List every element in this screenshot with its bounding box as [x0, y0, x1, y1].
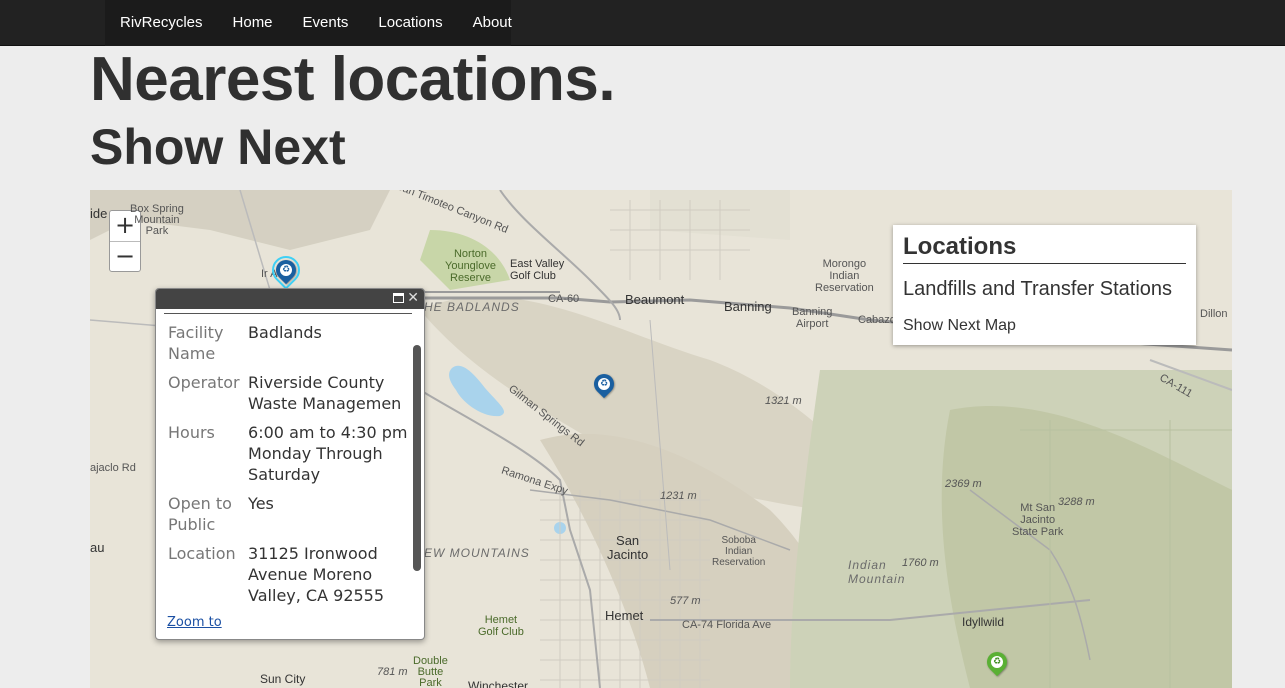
popup-row: Facility Name Badlands [164, 322, 412, 364]
legend-subtitle: Landfills and Transfer Stations [903, 278, 1173, 300]
map-label: Indian Mountain [848, 558, 906, 586]
map-label: Cabazo [858, 314, 896, 326]
nav-item-home[interactable]: Home [218, 0, 288, 46]
page-subtitle[interactable]: Show Next [90, 118, 346, 176]
popup-row: Hours 6:00 am to 4:30 pm Monday Through … [164, 422, 412, 485]
top-navbar: RivRecycles Home Events Locations About [0, 0, 1285, 46]
legend-title: Locations [903, 233, 1186, 264]
field-value: 31125 Ironwood Avenue Moreno Valley, CA … [248, 544, 385, 605]
map-label: Soboba Indian Reservation [712, 535, 766, 568]
field-label: Hours [168, 423, 215, 442]
zoom-to-link[interactable]: Zoom to [167, 615, 222, 630]
maximize-icon[interactable] [393, 293, 404, 303]
field-label: Open to Public [168, 494, 232, 534]
nav-item-locations[interactable]: Locations [363, 0, 457, 46]
close-icon[interactable]: ✕ [407, 290, 419, 306]
map-label: Mt San Jacinto State Park [1012, 502, 1064, 538]
facility-info-popup: ✕ Facility Name Badlands Operator Rivers… [155, 288, 425, 640]
map-label: San Jacinto [607, 533, 649, 562]
popup-row: Operator Riverside County Waste Managemen [164, 372, 412, 414]
popup-content: Facility Name Badlands Operator Riversid… [164, 313, 412, 605]
map-label: 781 m [377, 666, 408, 678]
nav-brand[interactable]: RivRecycles [105, 0, 218, 46]
map-label: Dillon [1200, 308, 1228, 320]
field-value-line: Waste Managemen [248, 394, 402, 413]
popup-row: Open to Public Yes [164, 493, 412, 535]
show-next-map-link[interactable]: Show Next Map [903, 317, 1186, 335]
map-label: 1321 m [765, 395, 802, 407]
map-label: Hemet [605, 608, 644, 623]
popup-scrollbar[interactable] [413, 345, 421, 571]
nav-item-about[interactable]: About [458, 0, 527, 46]
map-label: CA-74 Florida Ave [682, 619, 772, 631]
map-label: Beaumont [625, 292, 685, 307]
nav-item-events[interactable]: Events [288, 0, 364, 46]
recycle-icon: ♻ [598, 378, 610, 390]
map-label: ide [90, 206, 108, 221]
map-label: 1231 m [660, 490, 697, 502]
field-value: Badlands [248, 323, 322, 342]
zoom-out-button[interactable]: − [110, 241, 140, 271]
map-label: Box Spring Mountain Park [130, 203, 184, 237]
popup-row: Location 31125 Ironwood Avenue Moreno Va… [164, 543, 412, 605]
map-label: 1760 m [902, 557, 939, 569]
map-label: 577 m [670, 595, 701, 607]
recycle-icon: ♻ [280, 264, 292, 276]
map-label: Double Butte Park [413, 655, 448, 688]
nav-container: RivRecycles Home Events Locations About [105, 0, 512, 46]
field-value: 6:00 am to 4:30 pm Monday Through Saturd… [248, 423, 408, 484]
popup-header: ✕ [156, 289, 424, 309]
field-value-line: Riverside County [248, 373, 385, 392]
recycle-icon: ♻ [991, 656, 1003, 668]
map-label: Winchester [468, 679, 529, 688]
map-label: Idyllwild [962, 615, 1005, 629]
page-title: Nearest locations. [90, 45, 616, 114]
map-label: au [90, 540, 105, 555]
field-value: Yes [248, 494, 274, 513]
map-label: Banning Airport [792, 306, 833, 330]
map-label: 3288 m [1058, 496, 1095, 508]
field-label: Location [168, 544, 236, 563]
map-label: EW MOUNTAINS [424, 546, 530, 560]
locations-legend: Locations Landfills and Transfer Station… [893, 225, 1196, 345]
map-label: Banning [724, 299, 772, 314]
map-label: HE BADLANDS [424, 300, 520, 314]
field-label: Facility Name [168, 323, 224, 363]
map-label: East Valley Golf Club [510, 258, 565, 282]
map-label: Morongo Indian Reservation [815, 258, 874, 294]
map-label: ajaclo Rd [90, 462, 136, 474]
map-label: 2369 m [945, 478, 982, 490]
map-view[interactable]: + − Box Spring Mountain Park ide Norton … [90, 190, 1232, 688]
map-label: CA-60 [548, 293, 580, 305]
field-value: Riverside County Waste Managemen [248, 372, 412, 414]
map-label: Hemet Golf Club [478, 614, 524, 638]
field-label: Operator [168, 373, 240, 392]
map-label: Sun City [260, 672, 306, 686]
map-label: Norton Younglove Reserve [445, 248, 496, 284]
